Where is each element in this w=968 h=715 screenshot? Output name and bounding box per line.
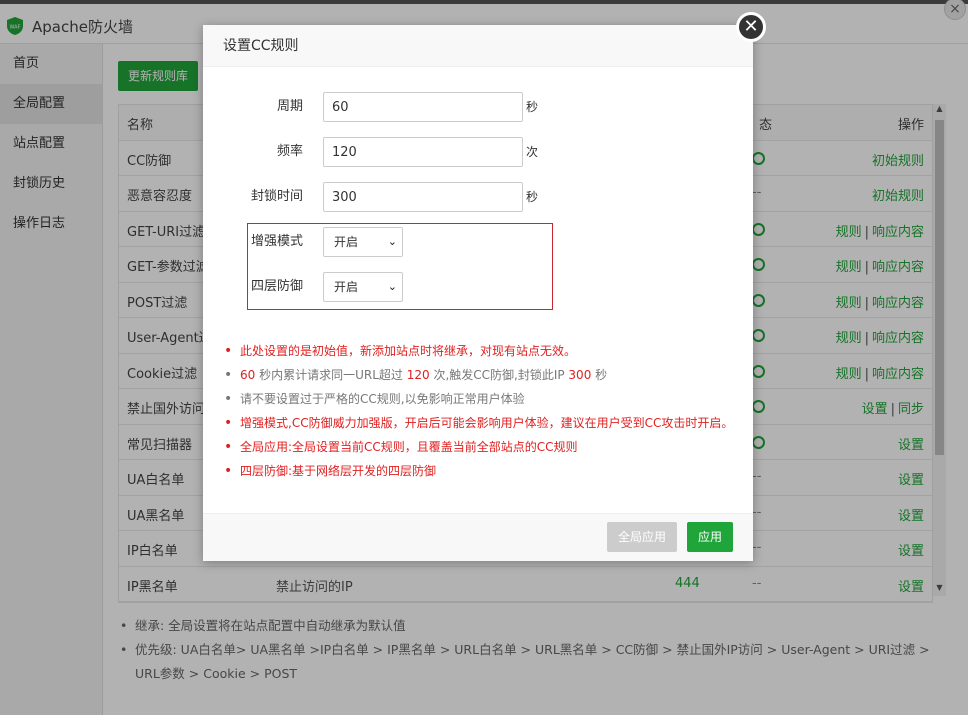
- dialog-title: 设置CC规则: [203, 25, 753, 67]
- layer4-value: 开启: [334, 280, 359, 294]
- cc-rule-dialog: 设置CC规则 ✕ 周期 秒 频率 次 封锁时间 秒 增强模式 开启 ⌄ 四层防御…: [203, 12, 766, 561]
- frequency-unit: 次: [526, 145, 539, 159]
- layer4-select[interactable]: 开启 ⌄: [323, 272, 403, 302]
- period-label: 周期: [276, 99, 303, 114]
- frequency-row: 频率 次: [203, 137, 753, 167]
- block-time-row: 封锁时间 秒: [203, 182, 753, 212]
- enhanced-mode-select[interactable]: 开启 ⌄: [323, 227, 403, 257]
- dialog-close-button[interactable]: ✕: [736, 12, 766, 42]
- frequency-label: 频率: [276, 144, 303, 159]
- enhanced-mode-value: 开启: [334, 235, 359, 249]
- tip-initial-value: 此处设置的是初始值，新添加站点时将继承，对现有站点无效。: [223, 339, 743, 363]
- layer4-label: 四层防御: [250, 279, 303, 294]
- enhanced-mode-row: 增强模式 开启 ⌄: [203, 227, 753, 257]
- chevron-down-icon: ⌄: [387, 235, 397, 248]
- tip-text: 秒内累计请求同一URL超过: [255, 368, 407, 382]
- tip-period-value: 60: [240, 368, 256, 382]
- tip-layer4: 四层防御:基于网络层开发的四层防御: [223, 459, 743, 483]
- tip-global-apply: 全局应用:全局设置当前CC规则，且覆盖当前全部站点的CC规则: [223, 435, 743, 459]
- period-unit: 秒: [526, 100, 539, 114]
- tip-text: 秒: [591, 368, 608, 382]
- block-time-input[interactable]: [323, 182, 523, 212]
- global-apply-button[interactable]: 全局应用: [607, 522, 677, 552]
- tip-text: 次,触发CC防御,封锁此IP: [429, 368, 569, 382]
- frequency-input[interactable]: [323, 137, 523, 167]
- tips-list: 此处设置的是初始值，新添加站点时将继承，对现有站点无效。 60 秒内累计请求同一…: [223, 339, 743, 483]
- dialog-footer: 全局应用 应用: [203, 513, 753, 561]
- tip-summary: 60 秒内累计请求同一URL超过 120 次,触发CC防御,封锁此IP 300 …: [223, 363, 743, 387]
- period-row: 周期 秒: [203, 92, 753, 122]
- block-time-unit: 秒: [526, 190, 539, 204]
- enhanced-mode-label: 增强模式: [250, 234, 303, 249]
- chevron-down-icon: ⌄: [387, 280, 397, 293]
- tip-enhanced-mode: 增强模式,CC防御威力加强版，开启后可能会影响用户体验，建议在用户受到CC攻击时…: [223, 411, 743, 435]
- tip-block-value: 300: [568, 368, 592, 382]
- period-input[interactable]: [323, 92, 523, 122]
- tip-not-strict: 请不要设置过于严格的CC规则,以免影响正常用户体验: [223, 387, 743, 411]
- block-time-label: 封锁时间: [250, 189, 303, 204]
- layer4-row: 四层防御 开启 ⌄: [203, 272, 753, 302]
- apply-button[interactable]: 应用: [687, 522, 733, 552]
- tip-frequency-value: 120: [406, 368, 430, 382]
